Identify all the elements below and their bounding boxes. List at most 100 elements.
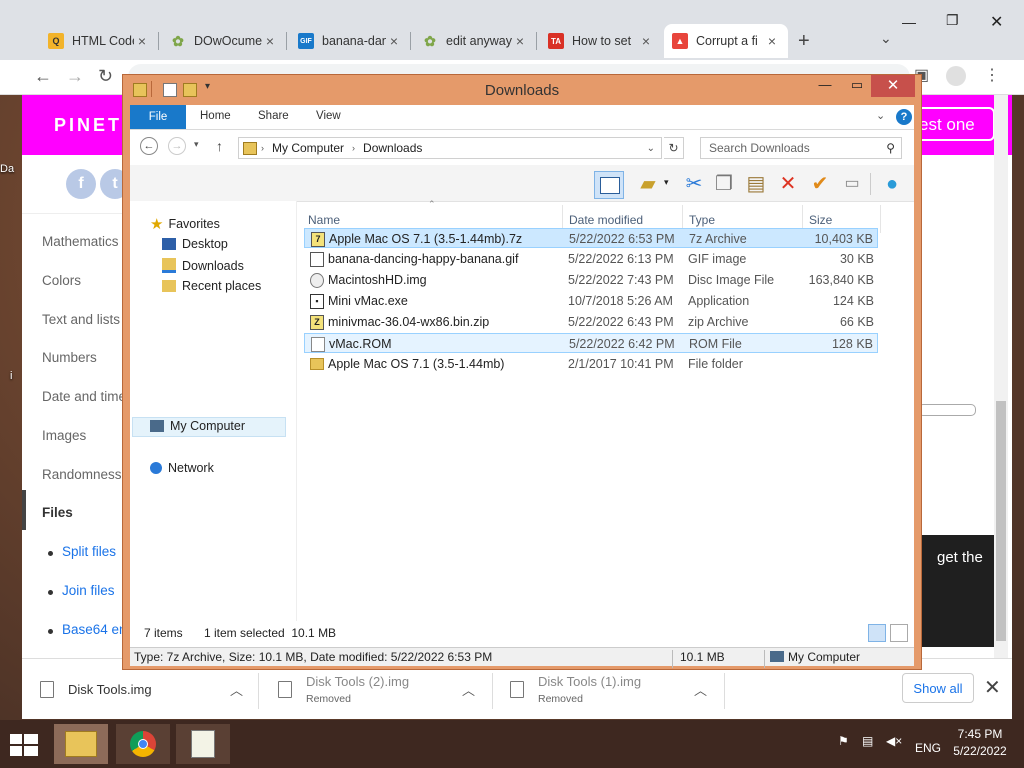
tab-view[interactable]: View — [316, 110, 341, 122]
nav-item-recent-places[interactable]: Recent places — [162, 279, 261, 293]
back-icon[interactable]: ← — [34, 66, 52, 87]
windows-start-icon[interactable] — [10, 734, 38, 756]
site-logo[interactable]: PINET — [54, 115, 122, 136]
language-indicator[interactable]: ENG — [915, 741, 941, 755]
copy-icon[interactable]: ❐ — [712, 173, 736, 195]
globe-icon[interactable]: ● — [880, 173, 904, 195]
large-icons-view-icon[interactable] — [890, 624, 908, 642]
breadcrumb-downloads[interactable]: Downloads — [363, 141, 422, 155]
sidenav-item-randomness[interactable]: Randomness — [42, 467, 122, 482]
taskbar-notepad[interactable] — [176, 724, 230, 764]
address-dropdown-chevron-icon[interactable]: ⌄ — [647, 143, 655, 154]
column-header-name[interactable]: Name — [308, 213, 340, 227]
column-header-date[interactable]: Date modified — [569, 213, 643, 227]
cut-icon[interactable]: ✂ — [682, 173, 706, 195]
breadcrumb-my-computer[interactable]: My Computer — [272, 141, 344, 155]
file-row[interactable]: Apple Mac OS 7.1 (3.5-1.44mb) 2/1/2017 1… — [304, 354, 878, 374]
close-tab-icon[interactable]: × — [764, 33, 780, 49]
browser-tab[interactable]: ✿ DOwOcume × — [162, 24, 286, 58]
sidenav-sub-join-files[interactable]: Join files — [62, 583, 115, 598]
sidenav-sub-base64[interactable]: Base64 en — [62, 622, 127, 637]
taskbar-file-explorer[interactable] — [54, 724, 108, 764]
maximize-icon[interactable]: ▭ — [843, 77, 871, 97]
action-center-icon[interactable]: ⚑ — [838, 734, 849, 748]
rename-icon[interactable]: ✔ — [808, 173, 832, 195]
new-tab-icon[interactable]: + — [798, 30, 810, 53]
show-all-button[interactable]: Show all — [902, 673, 974, 703]
properties-icon[interactable]: ▭ — [840, 173, 864, 195]
nav-item-desktop[interactable]: Desktop — [162, 237, 228, 251]
close-tab-icon[interactable]: × — [262, 33, 278, 49]
sidenav-item-mathematics[interactable]: Mathematics — [42, 234, 119, 249]
folder-options-chevron-icon[interactable]: ▾ — [664, 177, 669, 188]
header-button[interactable]: est one — [915, 107, 995, 141]
nav-item-my-computer[interactable]: My Computer — [150, 419, 245, 433]
close-tab-icon[interactable]: × — [638, 33, 654, 49]
delete-icon[interactable]: ✕ — [776, 173, 800, 195]
minimize-icon[interactable]: — — [902, 14, 916, 30]
column-divider[interactable] — [880, 205, 881, 233]
browser-tab-active[interactable]: ▲ Corrupt a fi × — [664, 24, 788, 58]
nav-item-downloads[interactable]: Downloads — [162, 258, 244, 273]
slider-field[interactable] — [918, 404, 976, 416]
forward-icon[interactable]: → — [66, 66, 84, 87]
reload-icon[interactable]: ↻ — [98, 66, 113, 87]
chevron-up-icon[interactable]: ︿ — [694, 680, 707, 699]
recent-locations-chevron-icon[interactable]: ▾ — [194, 139, 199, 150]
browser-tab[interactable]: GIF banana-dan × — [290, 24, 410, 58]
close-tab-icon[interactable]: × — [134, 33, 150, 49]
browser-tab[interactable]: Q HTML Code × — [40, 24, 158, 58]
file-row[interactable]: ▪ Mini vMac.exe 10/7/2018 5:26 AM Applic… — [304, 291, 878, 311]
browser-tab[interactable]: ✿ edit anyway × — [414, 24, 536, 58]
clock[interactable]: 7:45 PM 5/22/2022 — [944, 726, 1016, 760]
tab-home[interactable]: Home — [200, 110, 231, 122]
profile-avatar[interactable] — [946, 66, 966, 86]
network-icon[interactable]: ▤ — [862, 734, 873, 748]
close-tab-icon[interactable]: × — [512, 33, 528, 49]
tab-share[interactable]: Share — [258, 110, 289, 122]
close-window-icon[interactable]: ✕ — [990, 12, 1003, 32]
chevron-up-icon[interactable]: ︿ — [462, 680, 475, 699]
sidenav-item-text-and-lists[interactable]: Text and lists — [42, 312, 120, 327]
address-bar[interactable]: › My Computer › Downloads ⌄ — [238, 137, 662, 159]
menu-kebab-icon[interactable]: ⋮ — [984, 65, 1000, 85]
scrollbar-thumb[interactable] — [996, 401, 1006, 641]
forward-icon[interactable]: → — [168, 137, 186, 155]
sidenav-sub-split-files[interactable]: Split files — [62, 544, 116, 559]
browser-tab[interactable]: TA How to set × — [540, 24, 662, 58]
file-row[interactable]: 7 Apple Mac OS 7.1 (3.5-1.44mb).7z 5/22/… — [304, 228, 878, 248]
help-icon[interactable]: ? — [896, 109, 912, 125]
file-row[interactable]: MacintoshHD.img 5/22/2022 7:43 PM Disc I… — [304, 270, 878, 290]
refresh-icon[interactable]: ↻ — [664, 137, 684, 159]
column-header-size[interactable]: Size — [809, 213, 832, 227]
taskbar-chrome[interactable] — [116, 724, 170, 764]
column-header-type[interactable]: Type — [689, 213, 715, 227]
preview-pane-button[interactable] — [594, 171, 624, 199]
facebook-icon[interactable]: f — [66, 169, 96, 199]
close-window-icon[interactable]: ✕ — [871, 75, 915, 97]
file-row[interactable]: vMac.ROM 5/22/2022 6:42 PM ROM File 128 … — [304, 333, 878, 353]
nav-item-network[interactable]: Network — [150, 461, 214, 475]
sidenav-item-colors[interactable]: Colors — [42, 273, 81, 288]
paste-icon[interactable]: ▤ — [744, 173, 768, 195]
maximize-icon[interactable]: ❐ — [946, 12, 959, 29]
file-row[interactable]: banana-dancing-happy-banana.gif 5/22/202… — [304, 249, 878, 269]
chevron-up-icon[interactable]: ︿ — [230, 680, 243, 699]
up-arrow-icon[interactable]: ↑ — [216, 138, 223, 154]
nav-favorites[interactable]: ★ Favorites — [150, 215, 220, 233]
sidenav-item-images[interactable]: Images — [42, 428, 86, 443]
new-folder-icon[interactable]: ▰ — [636, 173, 660, 195]
file-row[interactable]: Z minivmac-36.04-wx86.bin.zip 5/22/2022 … — [304, 312, 878, 332]
tab-file[interactable]: File — [130, 105, 186, 129]
expand-ribbon-chevron-icon[interactable]: ⌄ — [876, 109, 885, 122]
volume-muted-icon[interactable]: ◀× — [886, 734, 902, 748]
tab-search-chevron-icon[interactable]: ⌄ — [880, 30, 892, 47]
sidenav-item-numbers[interactable]: Numbers — [42, 350, 97, 365]
back-icon[interactable]: ← — [140, 137, 158, 155]
close-icon[interactable]: ✕ — [984, 675, 1001, 700]
close-tab-icon[interactable]: × — [386, 33, 402, 49]
page-scrollbar[interactable] — [994, 95, 1008, 658]
sidenav-item-files[interactable]: Files — [42, 505, 73, 520]
search-input[interactable]: Search Downloads ⚲ — [700, 137, 902, 159]
details-view-icon[interactable] — [868, 624, 886, 642]
